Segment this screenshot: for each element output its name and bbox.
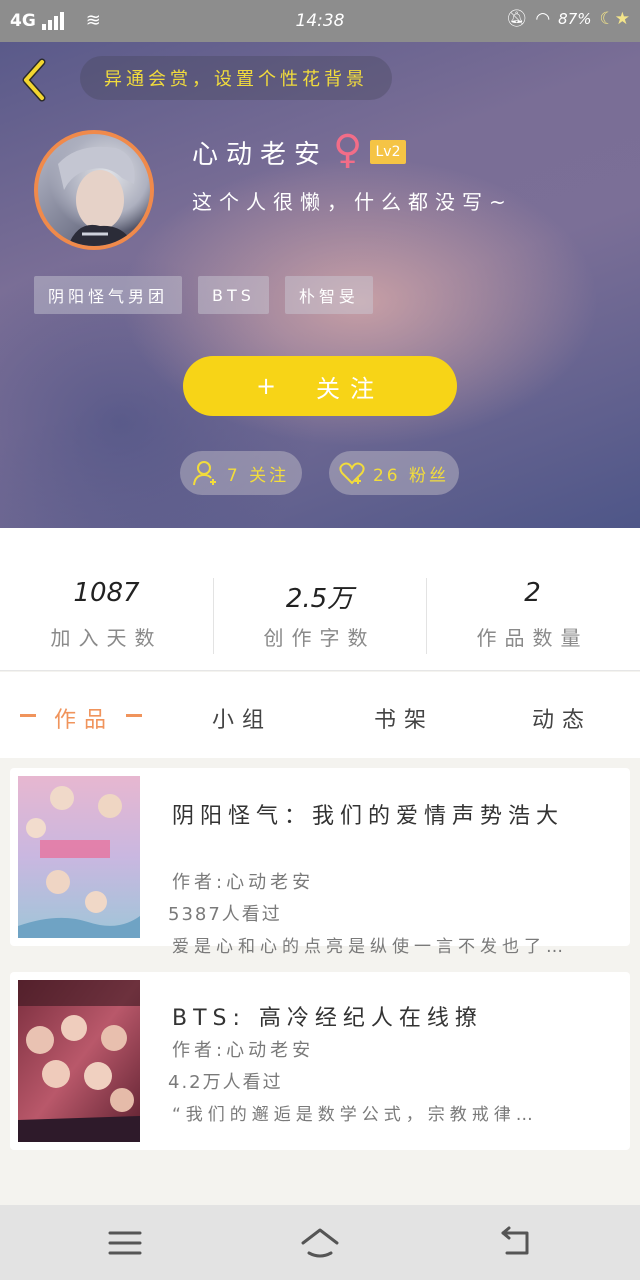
mute-bell-icon: 🔕︎ [505,9,528,29]
user-bio: 这个人很懒，什么都没写~ [192,190,513,214]
follow-label: 关注 [316,374,385,403]
tab-groups[interactable]: 小组 [212,702,272,734]
stat-label: 创作字数 [263,626,376,650]
battery-level: 87% [558,10,592,28]
work-card[interactable]: 阴阳怪气：我们的爱情声势浩大 作者:心动老安 5387人看过 爱是心和心的点亮是… [10,768,630,957]
book-cover [18,980,140,1142]
stat-works-count: 2 作品数量 [426,578,639,651]
work-card[interactable]: BTS: 高冷经纪人在线撩 作者:心动老安 4.2万人看过 “我们的邂逅是数学公… [10,972,630,1150]
back-nav-button[interactable] [495,1225,535,1261]
tag-item[interactable]: 朴智旻 [284,276,373,314]
menu-icon [108,1231,142,1255]
follow-button[interactable]: + 关注 [183,356,457,416]
followers-label: 26 粉丝 [372,465,450,486]
work-author: 作者:心动老安 [172,872,315,893]
tab-activity[interactable]: 动态 [532,702,592,734]
heart-icon [339,462,365,485]
stat-join-days: 1087 加入天数 [0,578,213,651]
work-description: 爱是心和心的点亮是纵使一言不发也了… [172,937,568,957]
back-button[interactable] [16,56,56,104]
add-user-icon [192,461,216,486]
stat-word-count: 2.5万 创作字数 [213,578,426,651]
stat-label: 加入天数 [50,626,163,650]
work-description: “我们的邂逅是数学公式，宗教戒律… [172,1105,538,1125]
tab-works[interactable]: 作品 [54,702,114,734]
stat-value: 2 [524,578,541,608]
home-icon [301,1228,339,1258]
female-gender-icon: ♀ [333,127,363,173]
stat-value: 2.5万 [285,584,354,614]
work-reads: 4.2万人看过 [168,1072,283,1093]
followers-button[interactable]: 26 粉丝 [329,451,459,495]
work-reads: 5387人看过 [168,904,282,925]
menu-button[interactable] [105,1225,145,1261]
username: 心动老安 [192,140,329,170]
active-tab-indicator [126,714,142,717]
plus-icon: + [255,372,287,400]
stat-value: 1087 [73,578,140,608]
tag-item[interactable]: BTS [198,276,269,314]
back-arrow-icon [22,58,46,102]
system-nav-bar [0,1205,640,1280]
work-title[interactable]: BTS: 高冷经纪人在线撩 [172,1000,483,1032]
stats-panel: 1087 加入天数 2.5万 创作字数 2 作品数量 [0,528,640,671]
wifi-icon: ◠ [535,9,551,29]
status-right: 🔕︎ ◠ 87% ☾★ [506,9,630,29]
profile-tabs: 作品 小组 书架 动态 [0,672,640,758]
level-badge: Lv2 [370,140,406,164]
active-tab-indicator [20,714,36,717]
avatar-portrait [58,146,135,246]
moon-stars-icon: ☾★ [599,9,630,29]
home-button[interactable] [300,1225,340,1261]
following-button[interactable]: 7 关注 [180,451,302,495]
tag-item[interactable]: 阴阳怪气男团 [34,276,183,314]
profile-header: 异通会赏，设置个性花背景 心动老安 ♀ Lv2 这个人很懒，什么都没写~ 阴阳怪… [0,42,640,528]
work-title[interactable]: 阴阳怪气：我们的爱情声势浩大 [172,798,564,830]
tab-bookshelf[interactable]: 书架 [374,702,434,734]
following-label: 7 关注 [226,465,290,486]
status-bar: 4G ≋ 14:38 🔕︎ ◠ 87% ☾★ [0,0,640,42]
book-cover [18,776,140,938]
work-author: 作者:心动老安 [172,1040,315,1061]
avatar[interactable] [34,130,154,250]
stat-label: 作品数量 [476,626,589,650]
user-tags: 阴阳怪气男团 BTS 朴智旻 [34,276,373,314]
return-icon [501,1226,529,1255]
set-background-button[interactable]: 异通会赏，设置个性花背景 [80,56,392,100]
